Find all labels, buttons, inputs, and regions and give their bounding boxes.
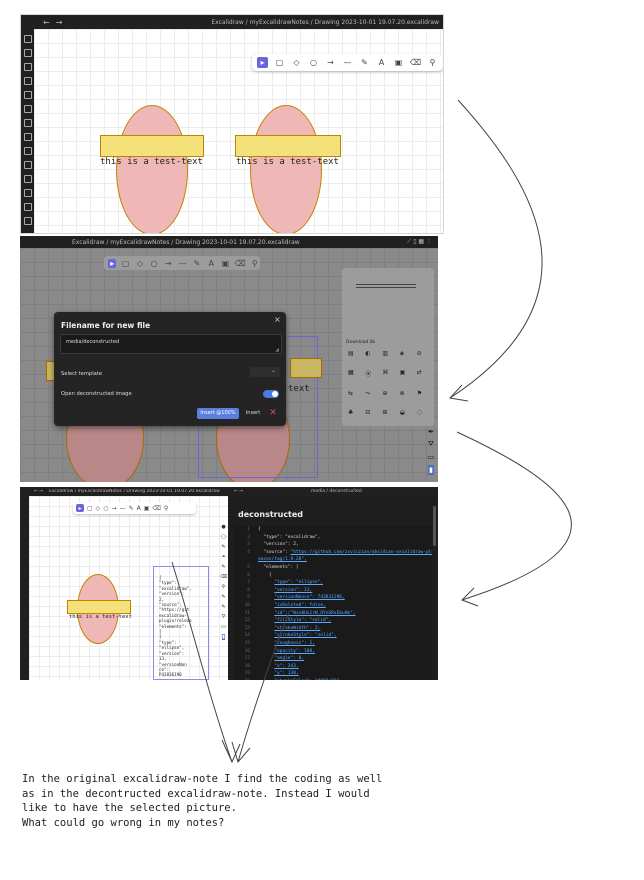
note-line: like to have the selected picture. [22, 802, 237, 814]
arrow-1 [449, 99, 543, 399]
note-line: What could go wrong in my notes? [22, 816, 225, 829]
arrows-layer [171, 99, 572, 764]
note-line: In the original excalidraw-note I find t… [22, 773, 383, 785]
arrow-3 [171, 561, 233, 763]
note-line: as in the decontructed excalidraw-note. … [22, 787, 370, 800]
arrow-2 [456, 431, 572, 601]
arrow-4 [237, 609, 291, 763]
question-note: In the original excalidraw-note I find t… [22, 772, 382, 830]
